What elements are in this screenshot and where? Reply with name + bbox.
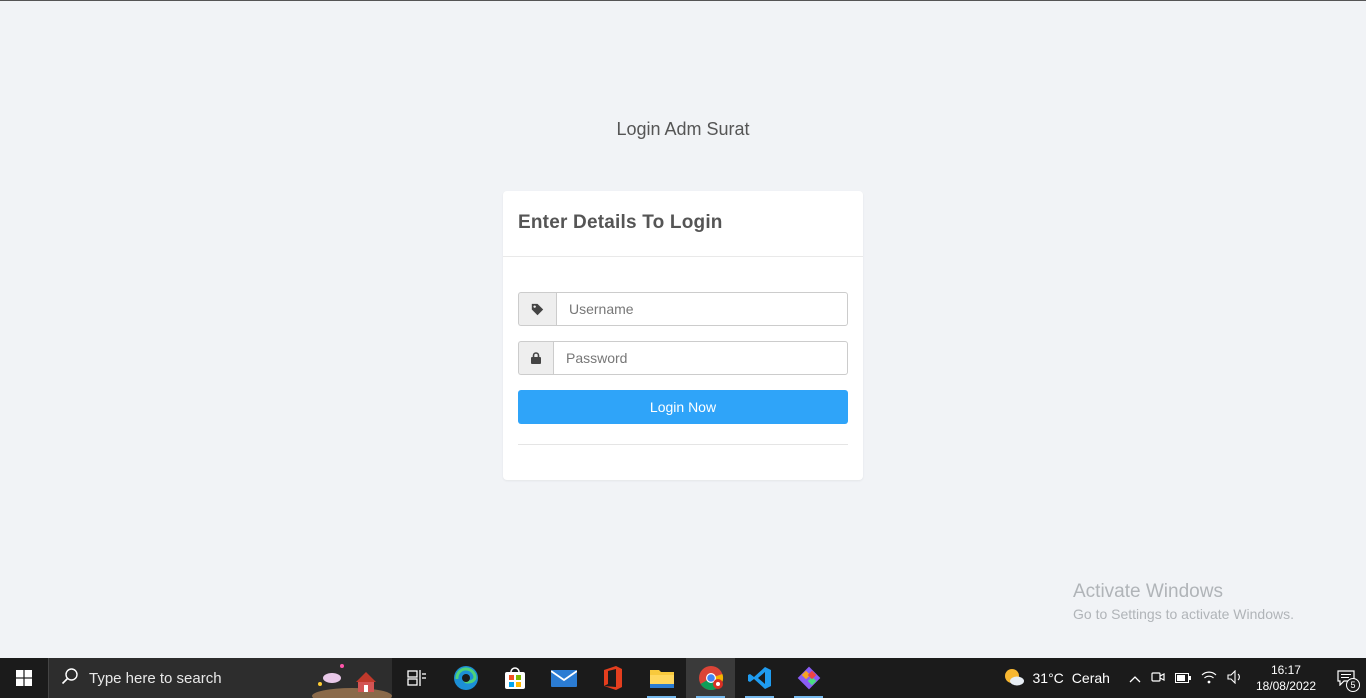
office-icon[interactable] bbox=[588, 658, 637, 698]
windows-start-icon[interactable] bbox=[0, 658, 48, 698]
tag-icon bbox=[518, 292, 556, 326]
login-form: Login Now bbox=[503, 257, 863, 445]
top-border bbox=[0, 0, 1366, 1]
taskbar-clock[interactable]: 16:17 18/08/2022 bbox=[1256, 662, 1316, 694]
vscode-icon[interactable] bbox=[735, 658, 784, 698]
partly-cloudy-icon bbox=[1003, 667, 1025, 690]
watermark-title: Activate Windows bbox=[1073, 581, 1223, 602]
lock-icon bbox=[518, 341, 553, 375]
page-title: Login Adm Surat bbox=[616, 119, 750, 139]
volume-icon[interactable] bbox=[1227, 669, 1243, 687]
meet-now-icon[interactable] bbox=[1151, 670, 1165, 687]
battery-icon[interactable] bbox=[1174, 671, 1191, 686]
git-icon[interactable] bbox=[784, 658, 833, 698]
password-group bbox=[518, 341, 848, 375]
notification-center-icon[interactable]: 5 bbox=[1326, 658, 1366, 698]
search-icon bbox=[61, 667, 79, 690]
wifi-icon[interactable] bbox=[1201, 670, 1217, 687]
microsoft-store-icon[interactable] bbox=[490, 658, 539, 698]
chevron-up-icon[interactable] bbox=[1129, 671, 1141, 686]
login-heading: Enter Details To Login bbox=[518, 212, 723, 233]
watermark-subtitle: Go to Settings to activate Windows. bbox=[1073, 606, 1294, 622]
taskbar: Type here to search 31°C Cerah 16:17 18/… bbox=[0, 658, 1366, 698]
search-placeholder: Type here to search bbox=[89, 669, 222, 687]
activate-windows-watermark: Activate Windows Go to Settings to activ… bbox=[1073, 581, 1294, 622]
login-card: Enter Details To Login Login Now bbox=[503, 191, 863, 480]
password-input[interactable] bbox=[553, 341, 848, 375]
weather-temperature: 31°C bbox=[1032, 670, 1064, 686]
divider bbox=[518, 444, 848, 445]
weather-condition: Cerah bbox=[1071, 670, 1110, 686]
system-tray: 31°C Cerah 16:17 18/08/2022 5 bbox=[1003, 658, 1366, 698]
file-explorer-icon[interactable] bbox=[637, 658, 686, 698]
login-card-header: Enter Details To Login bbox=[503, 191, 863, 257]
login-button[interactable]: Login Now bbox=[518, 390, 848, 424]
search-highlight-illustration-icon bbox=[312, 664, 392, 698]
clock-date: 18/08/2022 bbox=[1255, 679, 1316, 693]
taskbar-search-box[interactable]: Type here to search bbox=[48, 658, 392, 698]
weather-widget[interactable]: 31°C Cerah bbox=[1003, 667, 1110, 690]
clock-time: 16:17 bbox=[1270, 663, 1301, 677]
task-view-icon[interactable] bbox=[392, 658, 441, 698]
mail-icon[interactable] bbox=[539, 658, 588, 698]
username-group bbox=[518, 292, 848, 326]
username-input[interactable] bbox=[556, 292, 848, 326]
chrome-icon[interactable] bbox=[686, 658, 735, 698]
edge-icon[interactable] bbox=[441, 658, 490, 698]
notification-count-badge: 5 bbox=[1346, 678, 1360, 692]
